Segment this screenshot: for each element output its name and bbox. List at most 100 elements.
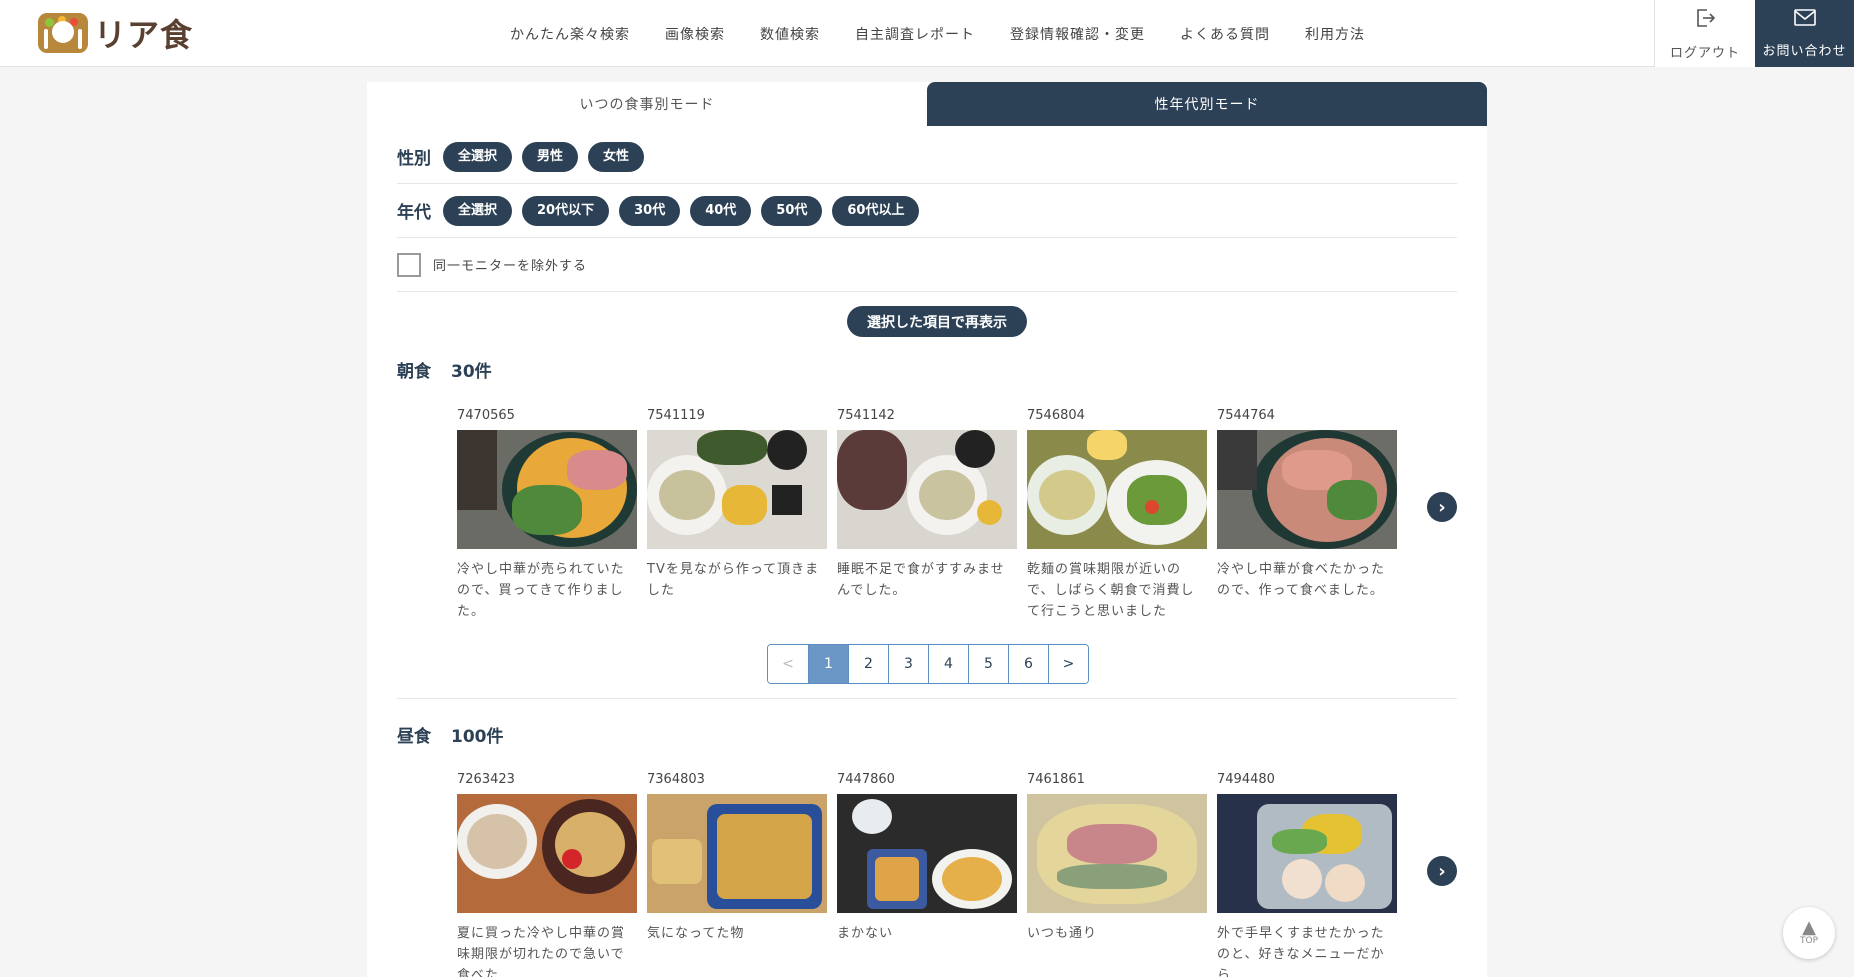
food-photo[interactable]	[647, 794, 827, 913]
age-label: 年代	[397, 203, 431, 223]
main-nav: かんたん楽々検索 画像検索 数値検索 自主調査レポート 登録情報確認・変更 よく…	[510, 0, 1400, 67]
lunch-count: 100件	[451, 727, 504, 747]
mode-tabs: いつの食事別モード 性年代別モード	[367, 82, 1487, 126]
food-card[interactable]: 7546804 乾麺の賞味期限が近いので、しばらく朝食で消費して行こうと思いまし…	[1027, 408, 1207, 622]
food-card[interactable]: 7541142 睡眠不足で食がすすみませんでした。	[837, 408, 1017, 622]
contact-label: お問い合わせ	[1762, 44, 1847, 59]
logo-text: リア食	[94, 16, 194, 54]
card-comment: 外で手早くすませたかったのと、好きなメニューだから	[1217, 926, 1385, 977]
chevron-right-icon: ›	[1438, 860, 1446, 882]
food-photo[interactable]	[1027, 430, 1207, 549]
age-60s-over-button[interactable]: 60代以上	[832, 195, 920, 226]
section-divider	[397, 698, 1457, 699]
card-comment: 睡眠不足で食がすすみませんでした。	[837, 562, 1005, 598]
refresh-button[interactable]: 選択した項目で再表示	[847, 306, 1027, 337]
exclude-monitor-row: 同一モニターを除外する	[397, 238, 1457, 292]
nav-faq[interactable]: よくある質問	[1180, 24, 1270, 44]
food-photo[interactable]	[1217, 430, 1397, 549]
card-id: 7541142	[837, 408, 895, 423]
logo-icon	[38, 13, 88, 53]
food-card[interactable]: 7544764 冷やし中華が食べたかったので、作って食べました。	[1217, 408, 1397, 622]
nav-image-search[interactable]: 画像検索	[665, 24, 725, 44]
gender-male-button[interactable]: 男性	[522, 141, 579, 172]
exclude-monitor-label: 同一モニターを除外する	[433, 259, 588, 274]
logout-button[interactable]: ログアウト	[1654, 0, 1755, 67]
gender-female-button[interactable]: 女性	[588, 141, 645, 172]
card-id: 7461861	[1027, 772, 1085, 787]
gender-all-button[interactable]: 全選択	[443, 141, 513, 172]
food-card[interactable]: 7447860 まかない	[837, 772, 1017, 977]
card-comment: 冷やし中華が食べたかったので、作って食べました。	[1217, 562, 1386, 598]
arrow-up-icon: ▲	[1802, 917, 1816, 938]
mail-icon	[1793, 8, 1817, 34]
card-id: 7470565	[457, 408, 515, 423]
exclude-monitor-checkbox[interactable]	[397, 252, 421, 277]
breakfast-next-button[interactable]: ›	[1427, 492, 1457, 522]
nav-how-to-use[interactable]: 利用方法	[1305, 24, 1365, 44]
breakfast-title: 朝食	[397, 362, 431, 382]
lunch-section-title: 昼食 100件	[397, 722, 504, 747]
tab-meal-mode[interactable]: いつの食事別モード	[367, 82, 927, 126]
tab-gender-age-mode[interactable]: 性年代別モード	[927, 82, 1487, 126]
card-id: 7494480	[1217, 772, 1275, 787]
card-id: 7263423	[457, 772, 515, 787]
card-id: 7541119	[647, 408, 705, 423]
search-panel: いつの食事別モード 性年代別モード 性別 全選択 男性 女性 年代 全選択 20…	[367, 82, 1487, 977]
breakfast-section-title: 朝食 30件	[397, 357, 492, 382]
food-card[interactable]: 7263423 夏に買った冷やし中華の賞味期限が切れたので急いで食べた	[457, 772, 637, 977]
card-id: 7544764	[1217, 408, 1275, 423]
card-comment: いつも通り	[1027, 926, 1098, 941]
food-card[interactable]: 7470565 冷やし中華が売られていたので、買ってきて作りました。	[457, 408, 637, 622]
site-logo[interactable]: リア食	[38, 13, 194, 54]
page-button-5[interactable]: 5	[968, 645, 1008, 683]
card-comment: 乾麺の賞味期限が近いので、しばらく朝食で消費して行こうと思いました	[1027, 562, 1195, 619]
food-photo[interactable]	[457, 794, 637, 913]
card-comment: 気になってた物	[647, 926, 745, 941]
page-button-1[interactable]: 1	[808, 645, 848, 683]
logout-label: ログアウト	[1669, 46, 1740, 61]
page-button-4[interactable]: 4	[928, 645, 968, 683]
page-button-6[interactable]: 6	[1008, 645, 1048, 683]
food-photo[interactable]	[457, 430, 637, 549]
food-photo[interactable]	[1217, 794, 1397, 913]
contact-button[interactable]: お問い合わせ	[1755, 0, 1854, 67]
page-prev-button[interactable]: <	[768, 645, 808, 683]
age-50s-button[interactable]: 50代	[761, 195, 823, 226]
food-photo[interactable]	[837, 794, 1017, 913]
nav-easy-search[interactable]: かんたん楽々検索	[510, 24, 630, 44]
food-card[interactable]: 7364803 気になってた物	[647, 772, 827, 977]
nav-numeric-search[interactable]: 数値検索	[760, 24, 820, 44]
card-comment: TVを見ながら作って頂きました	[647, 562, 820, 598]
card-id: 7447860	[837, 772, 895, 787]
age-all-button[interactable]: 全選択	[443, 195, 513, 226]
page-button-3[interactable]: 3	[888, 645, 928, 683]
breakfast-cards: 7470565 冷やし中華が売られていたので、買ってきて作りました。 75411…	[457, 408, 1417, 622]
gender-label: 性別	[397, 149, 431, 169]
card-comment: まかない	[837, 926, 894, 941]
food-card[interactable]: 7461861 いつも通り	[1027, 772, 1207, 977]
age-filter-row: 年代 全選択 20代以下 30代 40代 50代 60代以上	[397, 184, 1457, 238]
breakfast-count: 30件	[451, 362, 492, 382]
breakfast-pagination: < 1 2 3 4 5 6 >	[767, 644, 1089, 684]
logout-icon	[1693, 6, 1717, 36]
card-comment: 冷やし中華が売られていたので、買ってきて作りました。	[457, 562, 625, 619]
card-id: 7364803	[647, 772, 705, 787]
food-photo[interactable]	[837, 430, 1017, 549]
site-header: リア食 かんたん楽々検索 画像検索 数値検索 自主調査レポート 登録情報確認・変…	[0, 0, 1854, 67]
chevron-right-icon: ›	[1438, 496, 1446, 518]
gender-filter-row: 性別 全選択 男性 女性	[397, 140, 1457, 184]
lunch-next-button[interactable]: ›	[1427, 856, 1457, 886]
lunch-title: 昼食	[397, 727, 431, 747]
age-40s-button[interactable]: 40代	[690, 195, 752, 226]
food-card[interactable]: 7541119 TVを見ながら作って頂きました	[647, 408, 827, 622]
page-button-2[interactable]: 2	[848, 645, 888, 683]
age-30s-button[interactable]: 30代	[619, 195, 681, 226]
food-card[interactable]: 7494480 外で手早くすませたかったのと、好きなメニューだから	[1217, 772, 1397, 977]
nav-account-settings[interactable]: 登録情報確認・変更	[1010, 24, 1145, 44]
food-photo[interactable]	[1027, 794, 1207, 913]
back-to-top-button[interactable]: ▲ TOP	[1783, 907, 1835, 959]
age-20s-under-button[interactable]: 20代以下	[522, 195, 610, 226]
nav-survey-report[interactable]: 自主調査レポート	[855, 24, 975, 44]
page-next-button[interactable]: >	[1048, 645, 1088, 683]
food-photo[interactable]	[647, 430, 827, 549]
